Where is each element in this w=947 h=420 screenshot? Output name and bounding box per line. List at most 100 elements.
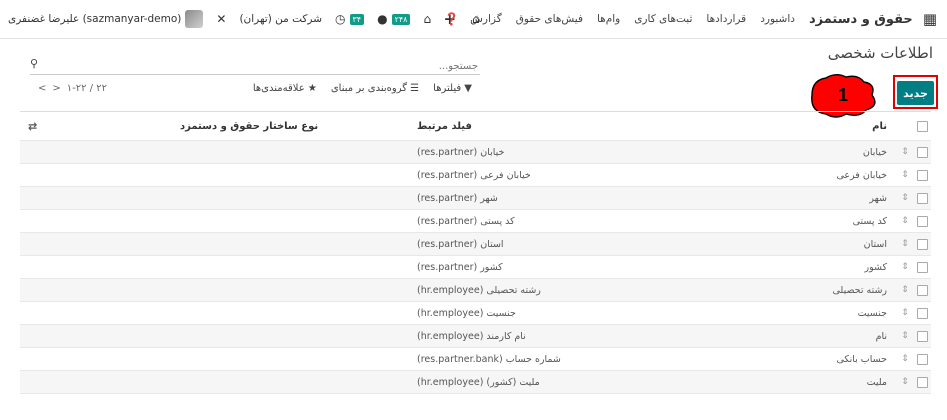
row-checkbox[interactable] — [916, 169, 928, 181]
drag-handle-icon[interactable]: ⇕ — [897, 308, 913, 318]
drag-handle-icon[interactable]: ⇕ — [897, 354, 913, 364]
table-row[interactable]: ⇕ کشور کشور (res.partner) — [20, 256, 931, 279]
filters-label: فیلترها — [433, 83, 462, 94]
tools-icon[interactable]: ✕ — [216, 12, 226, 26]
menu-work-entries[interactable]: ثبت‌های کاری — [634, 13, 692, 25]
row-name: ملیت — [866, 376, 887, 388]
messages[interactable]: ● ۲۴۸ — [377, 12, 411, 26]
table-row[interactable]: ⇕ شهر شهر (res.partner) — [20, 187, 931, 210]
select-all-checkbox[interactable] — [916, 120, 928, 132]
row-name: خیابان فرعی — [836, 169, 887, 181]
pager-range[interactable]: ۱-۲۲ / ۲۲ — [67, 83, 107, 94]
table-row[interactable]: ⇕ حساب بانکی شماره حساب (res.partner.bank) — [20, 348, 931, 371]
row-checkbox[interactable] — [916, 307, 928, 319]
drag-handle-icon[interactable]: ⇕ — [897, 239, 913, 249]
table-row[interactable]: ⇕ کد پستی کد پستی (res.partner) — [20, 210, 931, 233]
header-field[interactable]: فیلد مرتبط — [417, 121, 657, 132]
menu-contracts[interactable]: قراردادها — [706, 13, 746, 25]
clock-badge: ۳۴ — [349, 13, 365, 25]
row-check-cell — [913, 238, 931, 250]
row-field: شماره حساب (res.partner.bank) — [417, 353, 561, 365]
menu-dashboard[interactable]: داشبورد — [760, 13, 795, 25]
row-checkbox[interactable] — [916, 261, 928, 273]
row-checkbox[interactable] — [916, 192, 928, 204]
search-options: ▼ فیلترها ☰ گروه‌بندی بر مبنای ★ علاقه‌م… — [253, 83, 472, 94]
table-row[interactable]: ⇕ خیابان فرعی خیابان فرعی (res.partner) — [20, 164, 931, 187]
chat-icon: ● — [377, 12, 388, 26]
drag-handle-icon[interactable]: ⇕ — [897, 285, 913, 295]
clock-activity[interactable]: ◷ ۳۴ — [335, 12, 365, 26]
row-checkbox[interactable] — [916, 238, 928, 250]
groupby-label: گروه‌بندی بر مبنای — [330, 83, 407, 94]
row-check-cell — [913, 261, 931, 273]
table-row[interactable]: ⇕ رشته تحصیلی رشته تحصیلی (hr.employee) — [20, 279, 931, 302]
top-navbar: ▦ حقوق و دستمزد داشبورد قراردادها ثبت‌ها… — [0, 0, 947, 39]
row-name: کشور — [864, 261, 888, 273]
search-icon[interactable]: ⚲ — [30, 57, 38, 70]
app-brand[interactable]: حقوق و دستمزد — [809, 12, 913, 27]
table-row[interactable]: ⇕ خیابان خیابان (res.partner) — [20, 141, 931, 164]
clock-icon: ◷ — [335, 12, 346, 26]
row-checkbox[interactable] — [916, 330, 928, 342]
optional-columns-icon[interactable]: ⇄ — [28, 120, 37, 133]
row-checkbox[interactable] — [916, 146, 928, 158]
table-body: ⇕ خیابان خیابان (res.partner) ⇕ خیابان فرعی خ… — [20, 141, 931, 394]
row-checkbox[interactable] — [916, 376, 928, 388]
drag-handle-icon[interactable]: ⇕ — [897, 331, 913, 341]
drag-handle-icon[interactable]: ⇕ — [897, 377, 913, 387]
favorites-toggle[interactable]: ★ علاقه‌مندی‌ها — [253, 83, 317, 94]
search-bar: ⚲ — [30, 56, 480, 76]
row-field: جنسیت (hr.employee) — [417, 307, 516, 319]
pager-prev-icon[interactable]: < — [38, 83, 46, 94]
drag-handle-icon[interactable]: ⇕ — [897, 216, 913, 226]
systray: علیرضا غضنفری (sazmanyar-demo) ✕ شرکت من… — [8, 0, 480, 38]
table-row[interactable]: ⇕ نام نام کارمند (hr.employee) — [20, 325, 931, 348]
messages-badge: ۲۴۸ — [391, 13, 411, 25]
row-check-cell — [913, 307, 931, 319]
row-checkbox[interactable] — [916, 215, 928, 227]
row-field: کشور (res.partner) — [417, 261, 503, 273]
table-row[interactable]: ⇕ جنسیت جنسیت (hr.employee) — [20, 302, 931, 325]
table-header: نام فیلد مرتبط نوع ساختار حقوق و دستمزد … — [20, 112, 931, 141]
drag-handle-icon[interactable]: ⇕ — [897, 262, 913, 272]
drag-handle-icon[interactable]: ⇕ — [897, 147, 913, 157]
menu-loans[interactable]: وام‌ها — [597, 13, 620, 25]
row-name: حساب بانکی — [836, 353, 887, 365]
header-type[interactable]: نوع ساختار حقوق و دستمزد — [20, 121, 417, 132]
highlight-box — [893, 75, 938, 109]
row-check-cell — [913, 169, 931, 181]
row-name: نام — [875, 330, 887, 342]
drag-handle-icon[interactable]: ⇕ — [897, 170, 913, 180]
row-check-cell — [913, 330, 931, 342]
table-row[interactable]: ⇕ ملیت ملیت (کشور) (hr.employee) — [20, 371, 931, 394]
wifi-icon[interactable]: ⌂ — [423, 12, 431, 26]
user-menu[interactable]: علیرضا غضنفری (sazmanyar-demo) — [8, 10, 204, 28]
row-name: استان — [863, 238, 887, 250]
drag-handle-icon[interactable]: ⇕ — [897, 193, 913, 203]
row-field: شهر (res.partner) — [417, 192, 498, 204]
pager-next-icon[interactable]: > — [52, 83, 60, 94]
row-check-cell — [913, 146, 931, 158]
row-check-cell — [913, 284, 931, 296]
menu-payslips[interactable]: فیش‌های حقوق — [516, 13, 583, 25]
groupby-toggle[interactable]: ☰ گروه‌بندی بر مبنای — [331, 83, 419, 94]
user-name: علیرضا غضنفری (sazmanyar-demo) — [8, 13, 182, 25]
apps-grid-icon[interactable]: ▦ — [923, 10, 937, 28]
row-name: جنسیت — [857, 307, 887, 319]
filters-toggle[interactable]: ▼ فیلترها — [433, 83, 472, 94]
row-field: خیابان فرعی (res.partner) — [417, 169, 531, 181]
favorites-label: علاقه‌مندی‌ها — [252, 83, 305, 94]
table-row[interactable]: ⇕ استان استان (res.partner) — [20, 233, 931, 256]
home-icon[interactable]: ⌂ — [472, 12, 480, 26]
page-title: اطلاعات شخصی — [827, 44, 933, 62]
header-name[interactable]: نام — [657, 121, 897, 132]
row-field: رشته تحصیلی (hr.employee) — [417, 284, 541, 296]
search-input[interactable] — [56, 56, 480, 76]
company-switcher[interactable]: شرکت من (تهران) — [239, 13, 322, 25]
row-checkbox[interactable] — [916, 284, 928, 296]
row-field: استان (res.partner) — [417, 238, 504, 250]
select-all-cell — [913, 120, 931, 132]
row-checkbox[interactable] — [916, 353, 928, 365]
row-name: شهر — [869, 192, 887, 204]
help-icon[interactable]: ❓ — [444, 12, 459, 26]
